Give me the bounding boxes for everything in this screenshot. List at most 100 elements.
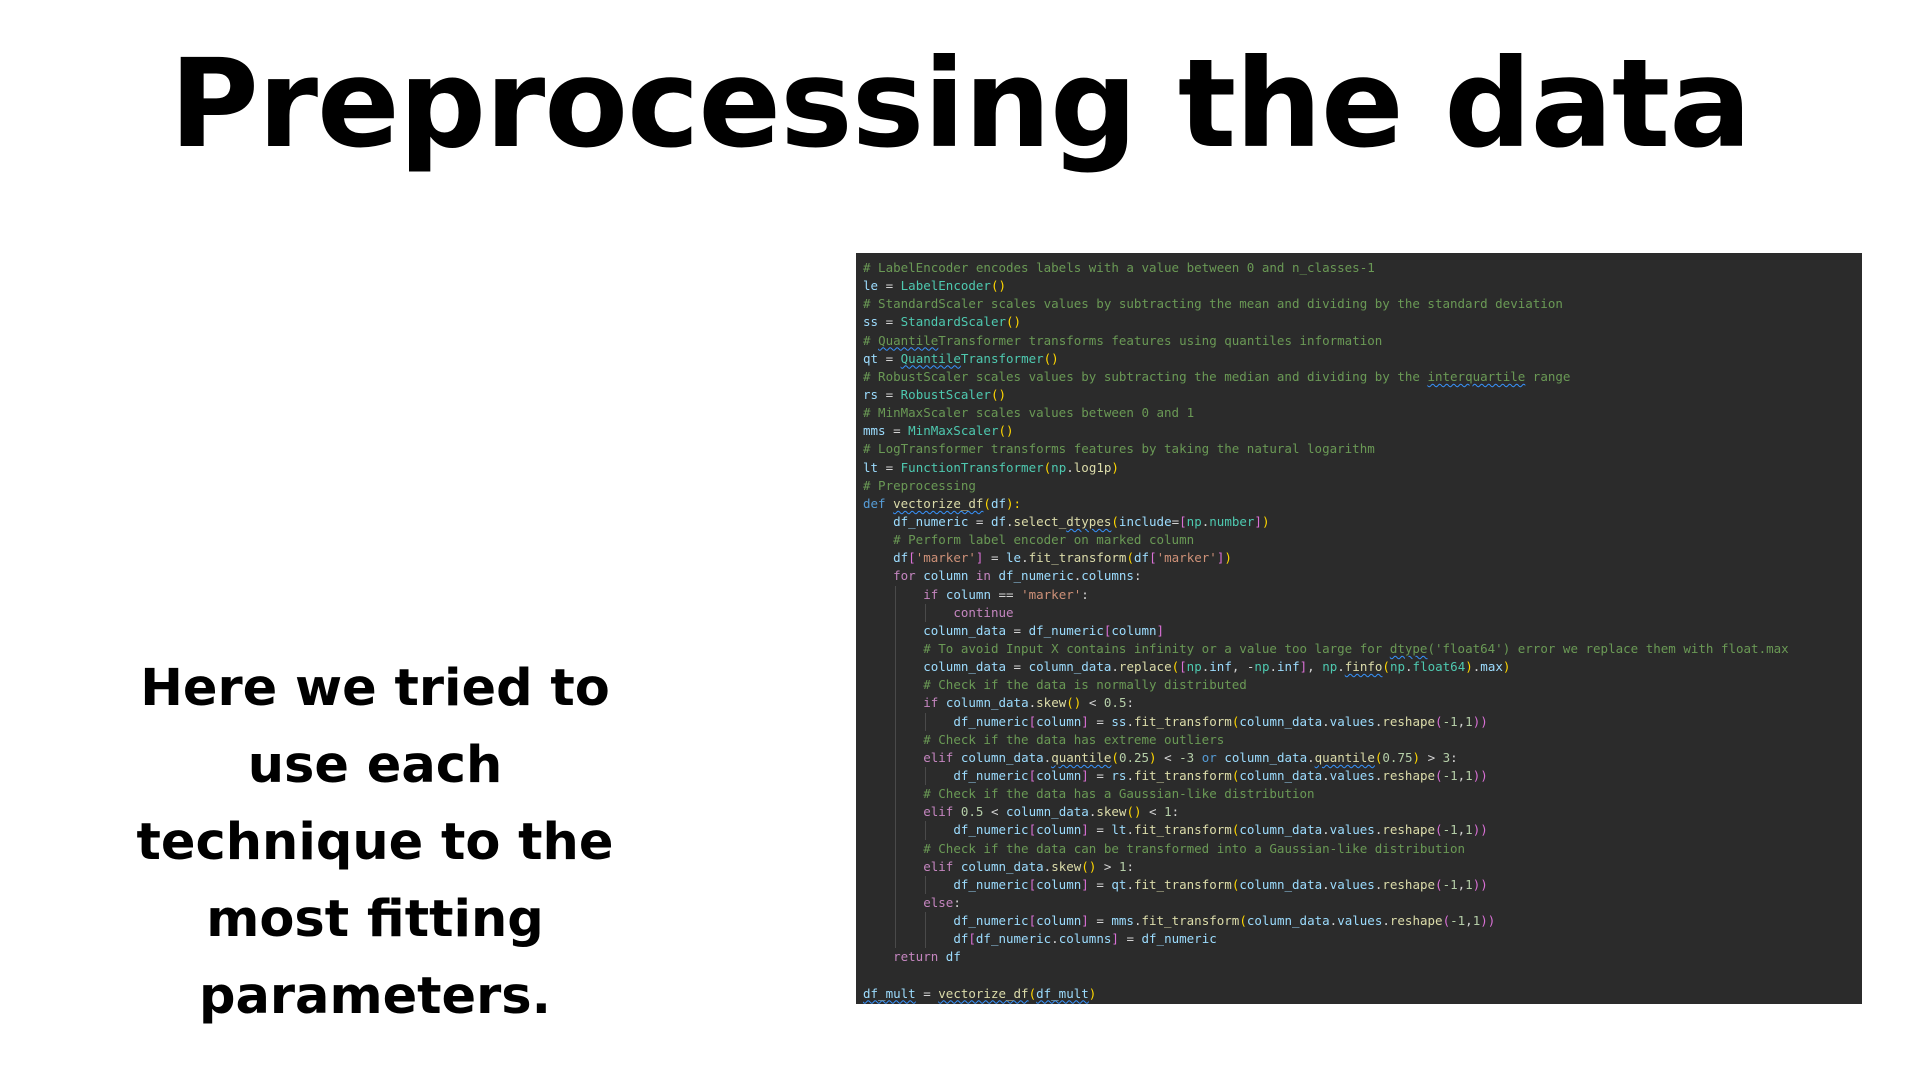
code-token: : bbox=[1126, 858, 1134, 874]
code-token: reshape bbox=[1382, 767, 1436, 783]
code-token: )) bbox=[1472, 822, 1488, 838]
code-token: # Check if the data has a Gaussian-like … bbox=[923, 786, 1315, 802]
indent-guide bbox=[895, 930, 897, 949]
code-token: # Check if the data is normally distribu… bbox=[923, 677, 1247, 693]
code-token: column_data bbox=[1006, 804, 1089, 820]
code-token: df_numeric bbox=[998, 568, 1074, 584]
code-token: = bbox=[1006, 622, 1029, 638]
code-token: ( bbox=[1435, 876, 1443, 892]
code-token: np bbox=[1186, 513, 1202, 529]
code-token: LabelEncoder bbox=[900, 278, 991, 294]
code-token: # LogTransformer transforms features by … bbox=[863, 441, 1375, 457]
code-token: = bbox=[983, 550, 1007, 566]
code-token: 0.5 bbox=[1103, 695, 1127, 711]
code-token: ) bbox=[1111, 459, 1119, 475]
code-token: column bbox=[1111, 622, 1157, 638]
indent-guide bbox=[925, 930, 927, 949]
code-line: df_numeric[column] = mms.fit_transform(c… bbox=[863, 912, 1862, 931]
code-token: df_mult bbox=[1036, 985, 1089, 1001]
code-line: df_numeric[column] = lt.fit_transform(co… bbox=[863, 821, 1862, 840]
code-token: , bbox=[1307, 659, 1323, 675]
code-token: column bbox=[1036, 822, 1082, 838]
indent-guide bbox=[895, 766, 897, 786]
code-token: Quantile bbox=[878, 332, 939, 348]
code-token: if bbox=[923, 695, 939, 711]
code-token: le bbox=[1006, 550, 1022, 566]
code-line: lt = FunctionTransformer(np.log1p) bbox=[863, 459, 1862, 477]
code-token: 'marker' bbox=[1156, 550, 1217, 566]
code-token: == bbox=[990, 586, 1022, 602]
code-screenshot: # LabelEncoder encodes labels with a val… bbox=[856, 253, 1862, 1004]
code-token: ( bbox=[1028, 985, 1037, 1001]
code-token: : bbox=[1450, 749, 1458, 765]
code-token: ] bbox=[1081, 713, 1089, 729]
code-line: ss = StandardScaler() bbox=[863, 313, 1862, 331]
code-token: RobustScaler bbox=[900, 386, 991, 402]
description-text: Here we tried to use each technique to t… bbox=[136, 659, 614, 1026]
code-token: # Check if the data has extreme outliers bbox=[923, 731, 1225, 747]
code-token: Transformer transforms features using qu… bbox=[938, 332, 1383, 348]
code-token: column_data bbox=[1224, 749, 1308, 765]
code-token: skew bbox=[1036, 695, 1067, 711]
code-token: column_data bbox=[1239, 767, 1323, 783]
code-token: column_data bbox=[923, 659, 1007, 675]
code-token: 1 bbox=[1465, 713, 1473, 729]
code-token: 0.5 bbox=[960, 804, 984, 820]
code-line: # Check if the data has a Gaussian-like … bbox=[863, 785, 1862, 804]
code-line: # Preprocessing bbox=[863, 477, 1862, 495]
code-line: continue bbox=[863, 603, 1862, 622]
code-token: df_numeric bbox=[953, 876, 1029, 892]
code-token: = bbox=[1088, 713, 1112, 729]
code-token: ( bbox=[1239, 913, 1247, 929]
code-token: : bbox=[953, 894, 961, 910]
code-token: . bbox=[1322, 876, 1330, 892]
code-line: df_numeric[column] = ss.fit_transform(co… bbox=[863, 712, 1862, 731]
code-token: interquartile bbox=[1427, 368, 1526, 384]
code-token: = bbox=[1088, 822, 1112, 838]
code-token: ] bbox=[1081, 767, 1089, 783]
code-token: > bbox=[1096, 858, 1119, 874]
code-token: ss bbox=[1111, 713, 1127, 729]
indent-guide bbox=[895, 712, 897, 731]
code-token: return bbox=[893, 949, 939, 965]
code-token: df_numeric bbox=[1141, 931, 1217, 947]
code-token: finfo bbox=[1344, 659, 1383, 675]
code-token: ) bbox=[1502, 659, 1511, 675]
code-line: df_numeric[column] = rs.fit_transform(co… bbox=[863, 766, 1862, 786]
code-token: = bbox=[1088, 913, 1112, 929]
code-token: ] bbox=[1156, 622, 1165, 638]
indent-guide bbox=[895, 603, 897, 622]
code-token: np bbox=[1322, 659, 1338, 675]
code-token: 1 bbox=[1465, 767, 1473, 783]
code-token: vectorize_df bbox=[893, 495, 984, 511]
code-token: ] bbox=[1081, 876, 1089, 892]
code-token: ( bbox=[1382, 659, 1390, 675]
indent-guide bbox=[895, 748, 897, 767]
code-token: df bbox=[945, 949, 961, 965]
code-line: # QuantileTransformer transforms feature… bbox=[863, 332, 1862, 350]
indent-guide bbox=[925, 766, 927, 786]
code-token: 0.75 bbox=[1382, 749, 1413, 765]
code-token: elif bbox=[923, 749, 954, 765]
code-line: if column == 'marker': bbox=[863, 585, 1862, 604]
code-token: for bbox=[893, 568, 916, 584]
code-token: ] bbox=[1254, 513, 1262, 529]
indent-guide bbox=[895, 585, 897, 604]
indent-guide bbox=[925, 875, 927, 894]
code-token: df_mult bbox=[863, 985, 916, 1001]
code-token: () bbox=[1006, 314, 1022, 330]
code-token: () bbox=[1126, 804, 1142, 820]
code-token: ( bbox=[1435, 767, 1443, 783]
code-token: () bbox=[1066, 695, 1082, 711]
code-token: = bbox=[878, 314, 901, 330]
code-token: -1 bbox=[1442, 767, 1458, 783]
code-token: ) bbox=[1224, 550, 1232, 566]
code-token: ( bbox=[1111, 513, 1119, 529]
code-token: if bbox=[923, 586, 939, 602]
code-token: . bbox=[1006, 513, 1014, 529]
indent-guide bbox=[895, 821, 897, 840]
